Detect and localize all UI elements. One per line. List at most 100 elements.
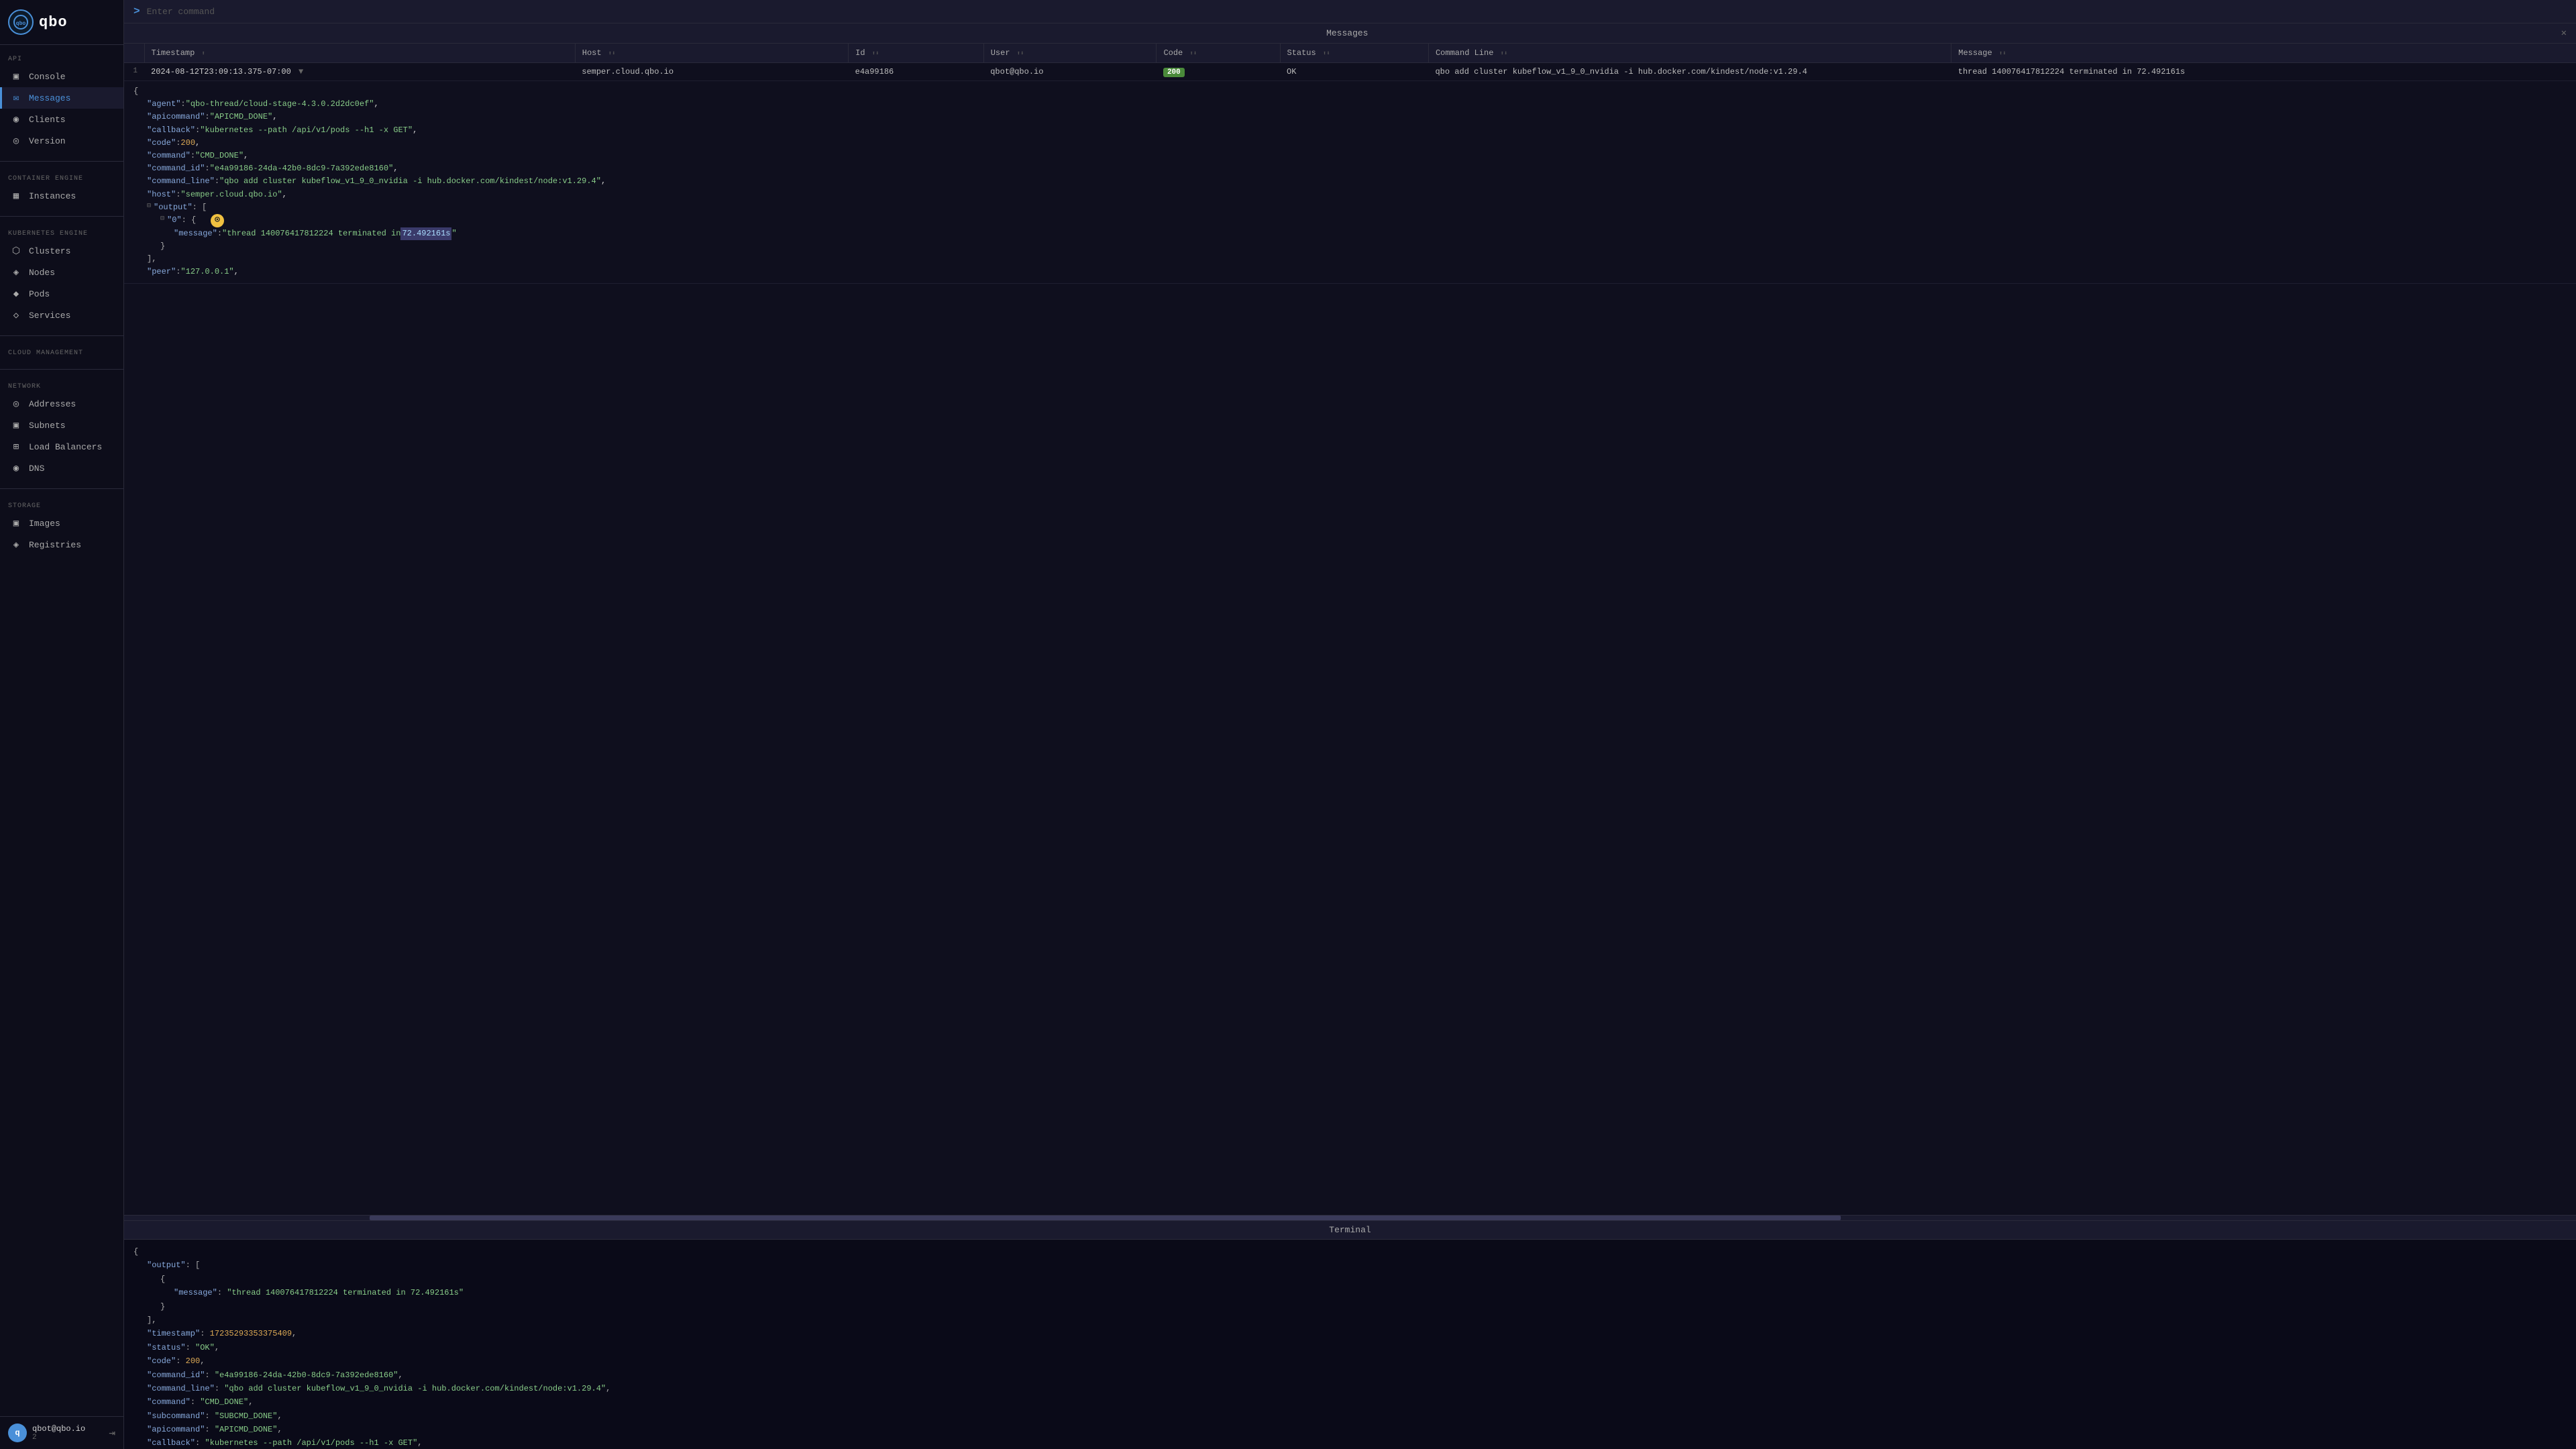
timestamp-sort-icon: ⬆: [202, 50, 205, 57]
status-sort-icon: ⬆⬇: [1323, 50, 1330, 57]
collapse-0-icon[interactable]: ⊟: [160, 214, 164, 225]
sidebar-item-console[interactable]: ▣ Console: [0, 66, 123, 87]
json-cell: { "agent" : "qbo-thread/cloud-stage-4.3.…: [124, 81, 2576, 284]
clients-icon: ◉: [10, 113, 22, 125]
network-section-title: NETWORK: [0, 379, 123, 393]
command-bar: >: [124, 0, 2576, 23]
col-host[interactable]: Host ⬆⬇: [575, 44, 848, 63]
logo-text: qbo: [39, 14, 68, 31]
terminal-content: { "output": [ { "message": "thread 14007…: [124, 1240, 2576, 1449]
user-avatar: q: [8, 1424, 27, 1442]
json-host: "host" : "semper.cloud.qbo.io",: [133, 189, 2567, 201]
sidebar-item-subnets[interactable]: ▣ Subnets: [0, 415, 123, 436]
sidebar-footer: q qbot@qbo.io 2 ⇥: [0, 1416, 123, 1449]
clusters-label: Clusters: [29, 246, 70, 256]
sidebar-section-k8s: KUBERNETES ENGINE ⬡ Clusters ◈ Nodes ◆ P…: [0, 219, 123, 333]
table-row: 1 2024-08-12T23:09:13.375-07:00 ▼ semper…: [124, 63, 2576, 81]
sidebar-item-images[interactable]: ▣ Images: [0, 513, 123, 534]
k8s-section-title: KUBERNETES ENGINE: [0, 226, 123, 240]
terminal-output-message: "message": "thread 140076417812224 termi…: [133, 1286, 2567, 1299]
sidebar-section-container: CONTAINER ENGINE ▦ Instances: [0, 164, 123, 213]
collapse-output-icon[interactable]: ⊟: [147, 201, 151, 212]
col-timestamp[interactable]: Timestamp ⬆: [144, 44, 575, 63]
main-content: > Messages ✕ Timestamp ⬆ Host: [124, 0, 2576, 1449]
storage-section-title: STORAGE: [0, 498, 123, 513]
messages-close-button[interactable]: ✕: [2561, 28, 2567, 39]
col-num: [124, 44, 144, 63]
sidebar-section-network: NETWORK ◎ Addresses ▣ Subnets ⊞ Load Bal…: [0, 372, 123, 486]
terminal-callback: "callback": "kubernetes --path /api/v1/p…: [133, 1436, 2567, 1449]
clients-label: Clients: [29, 115, 66, 125]
sidebar-item-dns[interactable]: ◉ DNS: [0, 458, 123, 479]
sidebar-item-version[interactable]: ◎ Version: [0, 130, 123, 152]
user-info: qbot@qbo.io 2: [32, 1424, 103, 1442]
col-id[interactable]: Id ⬆⬇: [849, 44, 984, 63]
addresses-icon: ◎: [10, 398, 22, 410]
json-peer: "peer" : "127.0.0.1",: [133, 266, 2567, 278]
divider-5: [0, 488, 123, 489]
json-callback: "callback" : "kubernetes --path /api/v1/…: [133, 124, 2567, 137]
command-input[interactable]: [147, 7, 2567, 17]
messages-label: Messages: [29, 93, 70, 103]
h-scrollbar[interactable]: [124, 1215, 2576, 1220]
sidebar-item-load-balancers[interactable]: ⊞ Load Balancers: [0, 436, 123, 458]
divider-4: [0, 369, 123, 370]
terminal-command-id: "command_id": "e4a99186-24da-42b0-8dc9-7…: [133, 1368, 2567, 1382]
sidebar-item-clients[interactable]: ◉ Clients: [0, 109, 123, 130]
sidebar-item-registries[interactable]: ◈ Registries: [0, 534, 123, 555]
sidebar-item-messages[interactable]: ✉ Messages: [0, 87, 123, 109]
images-label: Images: [29, 519, 60, 529]
cell-user: qbot@qbo.io: [983, 63, 1157, 81]
sidebar-item-pods[interactable]: ◆ Pods: [0, 283, 123, 305]
messages-panel-header: Messages ✕: [124, 23, 2576, 44]
json-output-header: ⊟ "output" : [: [133, 201, 2567, 214]
col-status[interactable]: Status ⬆⬇: [1280, 44, 1428, 63]
container-section-title: CONTAINER ENGINE: [0, 171, 123, 185]
col-user[interactable]: User ⬆⬇: [983, 44, 1157, 63]
user-count: 2: [32, 1434, 103, 1442]
cloud-section-title: CLOUD MANAGEMENT: [0, 345, 123, 360]
divider-2: [0, 216, 123, 217]
terminal-subcommand: "subcommand": "SUBCMD_DONE",: [133, 1409, 2567, 1423]
messages-icon: ✉: [10, 92, 22, 104]
sidebar-item-services[interactable]: ◇ Services: [0, 305, 123, 326]
terminal-output-header: "output": [: [133, 1258, 2567, 1272]
terminal-line-open: {: [133, 1245, 2567, 1258]
host-sort-icon: ⬆⬇: [608, 50, 616, 57]
cell-code: 200: [1157, 63, 1280, 81]
instances-label: Instances: [29, 191, 76, 201]
api-section-title: API: [0, 52, 123, 66]
message-sort-icon: ⬆⬇: [1999, 50, 2006, 57]
clusters-icon: ⬡: [10, 245, 22, 257]
json-open: {: [133, 85, 2567, 98]
terminal-command-line: "command_line": "qbo add cluster kubeflo…: [133, 1382, 2567, 1395]
tooltip-bubble[interactable]: ⊙: [211, 214, 224, 227]
col-message[interactable]: Message ⬆⬇: [1951, 44, 2576, 63]
sidebar-section-storage: STORAGE ▣ Images ◈ Registries: [0, 492, 123, 562]
cell-message: thread 140076417812224 terminated in 72.…: [1951, 63, 2576, 81]
cell-id: e4a99186: [849, 63, 984, 81]
col-code[interactable]: Code ⬆⬇: [1157, 44, 1280, 63]
user-sort-icon: ⬆⬇: [1017, 50, 1024, 57]
pods-label: Pods: [29, 289, 50, 299]
load-balancers-label: Load Balancers: [29, 442, 102, 452]
json-row: { "agent" : "qbo-thread/cloud-stage-4.3.…: [124, 81, 2576, 284]
col-command-line[interactable]: Command Line ⬆⬇: [1428, 44, 1951, 63]
logout-icon[interactable]: ⇥: [109, 1426, 115, 1440]
images-icon: ▣: [10, 517, 22, 529]
json-output-0-close: }: [133, 240, 2567, 253]
messages-title: Messages: [133, 28, 2561, 38]
terminal-output-close: ],: [133, 1313, 2567, 1327]
sidebar-item-clusters[interactable]: ⬡ Clusters: [0, 240, 123, 262]
sidebar-item-nodes[interactable]: ◈ Nodes: [0, 262, 123, 283]
divider-3: [0, 335, 123, 336]
sidebar-item-addresses[interactable]: ◎ Addresses: [0, 393, 123, 415]
sidebar-item-instances[interactable]: ▦ Instances: [0, 185, 123, 207]
expand-icon[interactable]: ▼: [299, 67, 303, 76]
addresses-label: Addresses: [29, 399, 76, 409]
json-apicommand: "apicommand" : "APICMD_DONE",: [133, 111, 2567, 123]
json-agent: "agent" : "qbo-thread/cloud-stage-4.3.0.…: [133, 98, 2567, 111]
table-header-row: Timestamp ⬆ Host ⬆⬇ Id ⬆⬇ User: [124, 44, 2576, 63]
sidebar: qbo qbo API ▣ Console ✉ Messages ◉ Clien…: [0, 0, 124, 1449]
services-label: Services: [29, 311, 70, 321]
